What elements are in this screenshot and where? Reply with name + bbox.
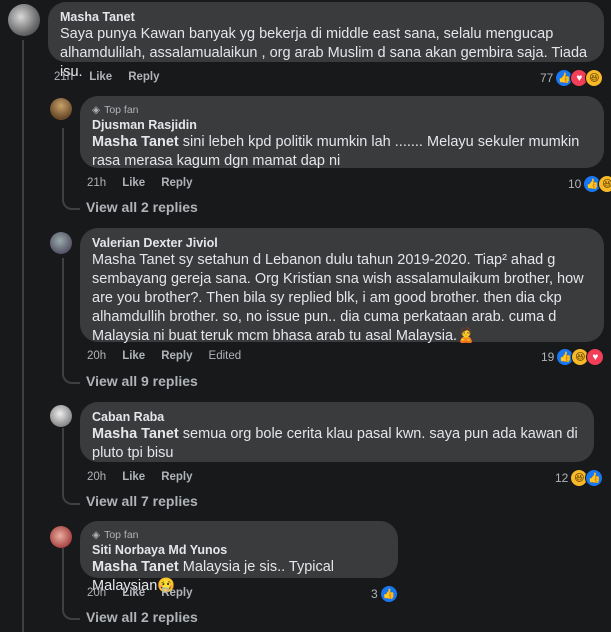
comment-time[interactable]: 20h: [87, 587, 106, 599]
thumbs-up-icon: 👍: [585, 469, 604, 487]
reaction-summary[interactable]: 10 👍 😆: [568, 175, 611, 193]
comment-actions: 21h Like Reply: [54, 71, 176, 83]
like-button[interactable]: Like: [122, 471, 145, 483]
thumbs-up-icon: 👍: [379, 585, 398, 603]
mention-link[interactable]: Masha Tanet: [92, 134, 179, 150]
thread-curve-1: [62, 192, 80, 210]
reaction-summary[interactable]: 19 👍 😆 ♥: [541, 348, 605, 366]
avatar[interactable]: [50, 526, 72, 548]
thread-line-reply-4: [62, 548, 64, 604]
thread-line-reply-3: [62, 428, 64, 490]
comment-bubble: Masha Tanet Saya punya Kawan banyak yg b…: [48, 2, 604, 80]
reply-button[interactable]: Reply: [161, 587, 192, 599]
comment-author[interactable]: Siti Norbaya Md Yunos: [92, 542, 386, 558]
reaction-summary[interactable]: 77 👍 ♥ 😆: [540, 69, 604, 87]
avatar[interactable]: [8, 4, 40, 36]
laugh-face-icon: 😆: [598, 175, 611, 193]
comment-author[interactable]: Djusman Rasjidin: [92, 117, 592, 133]
like-button[interactable]: Like: [89, 71, 112, 83]
laugh-face-icon: 😆: [585, 69, 604, 87]
heart-icon: ♥: [586, 348, 605, 366]
comment-author[interactable]: Masha Tanet: [60, 9, 592, 25]
view-replies-link[interactable]: View all 2 replies: [86, 609, 198, 625]
comment-actions: 20h Like Reply Edited: [87, 350, 257, 362]
like-button[interactable]: Like: [122, 587, 145, 599]
avatar[interactable]: [50, 405, 72, 427]
diamond-icon: ◈: [92, 104, 101, 116]
reaction-count: 77: [540, 71, 554, 85]
reaction-count: 3: [371, 587, 378, 601]
top-fan-badge: ◈ Top fan: [92, 104, 139, 116]
view-replies-link[interactable]: View all 9 replies: [86, 373, 198, 389]
comment-time[interactable]: 21h: [54, 71, 73, 83]
comment-bubble: Caban Raba Masha Tanet semua org bole ce…: [80, 402, 594, 462]
reply-button[interactable]: Reply: [161, 471, 192, 483]
view-replies-link[interactable]: View all 7 replies: [86, 493, 198, 509]
view-replies-link[interactable]: View all 2 replies: [86, 199, 198, 215]
reaction-count: 19: [541, 350, 555, 364]
like-button[interactable]: Like: [122, 350, 145, 362]
comment-actions: 20h Like Reply: [87, 587, 209, 599]
comment-time[interactable]: 20h: [87, 350, 106, 362]
comment-author[interactable]: Caban Raba: [92, 409, 582, 425]
reply-button[interactable]: Reply: [128, 71, 159, 83]
reaction-count: 10: [568, 177, 582, 191]
comment-bubble: Valerian Dexter Jiviol Masha Tanet sy se…: [80, 228, 604, 344]
diamond-icon: ◈: [92, 529, 101, 541]
comment-author[interactable]: Valerian Dexter Jiviol: [92, 235, 592, 251]
edited-label: Edited: [208, 350, 242, 362]
comment-text: Masha Tanet sini lebeh kpd politik mumki…: [92, 134, 580, 169]
reaction-count: 12: [555, 471, 569, 485]
comment-text: Masha Tanet semua org bole cerita klau p…: [92, 426, 578, 461]
top-fan-badge: ◈ Top fan: [92, 529, 139, 541]
thread-curve-4: [62, 602, 80, 620]
reply-button[interactable]: Reply: [161, 177, 192, 189]
reaction-summary[interactable]: 3 👍: [371, 585, 398, 603]
reply-button[interactable]: Reply: [161, 350, 192, 362]
like-button[interactable]: Like: [122, 177, 145, 189]
avatar[interactable]: [50, 98, 72, 120]
comment-bubble: ◈ Top fan Siti Norbaya Md Yunos Masha Tan…: [80, 521, 398, 594]
comment-actions: 21h Like Reply: [87, 177, 209, 189]
reaction-summary[interactable]: 12 😆 👍: [555, 469, 604, 487]
mention-link[interactable]: Masha Tanet: [92, 559, 179, 575]
thread-line-main: [22, 40, 24, 632]
comment-time[interactable]: 20h: [87, 471, 106, 483]
mention-link[interactable]: Masha Tanet: [92, 426, 179, 442]
comment-text: Masha Tanet sy setahun d Lebanon dulu ta…: [92, 252, 584, 344]
comment-bubble: ◈ Top fan Djusman Rasjidin Masha Tanet si…: [80, 96, 604, 169]
thread-curve-2: [62, 366, 80, 384]
avatar[interactable]: [50, 232, 72, 254]
thread-line-reply-2: [62, 258, 64, 368]
thread-curve-3: [62, 487, 80, 505]
thread-line-reply-1: [62, 128, 64, 194]
comment-time[interactable]: 21h: [87, 177, 106, 189]
comment-actions: 20h Like Reply: [87, 471, 209, 483]
